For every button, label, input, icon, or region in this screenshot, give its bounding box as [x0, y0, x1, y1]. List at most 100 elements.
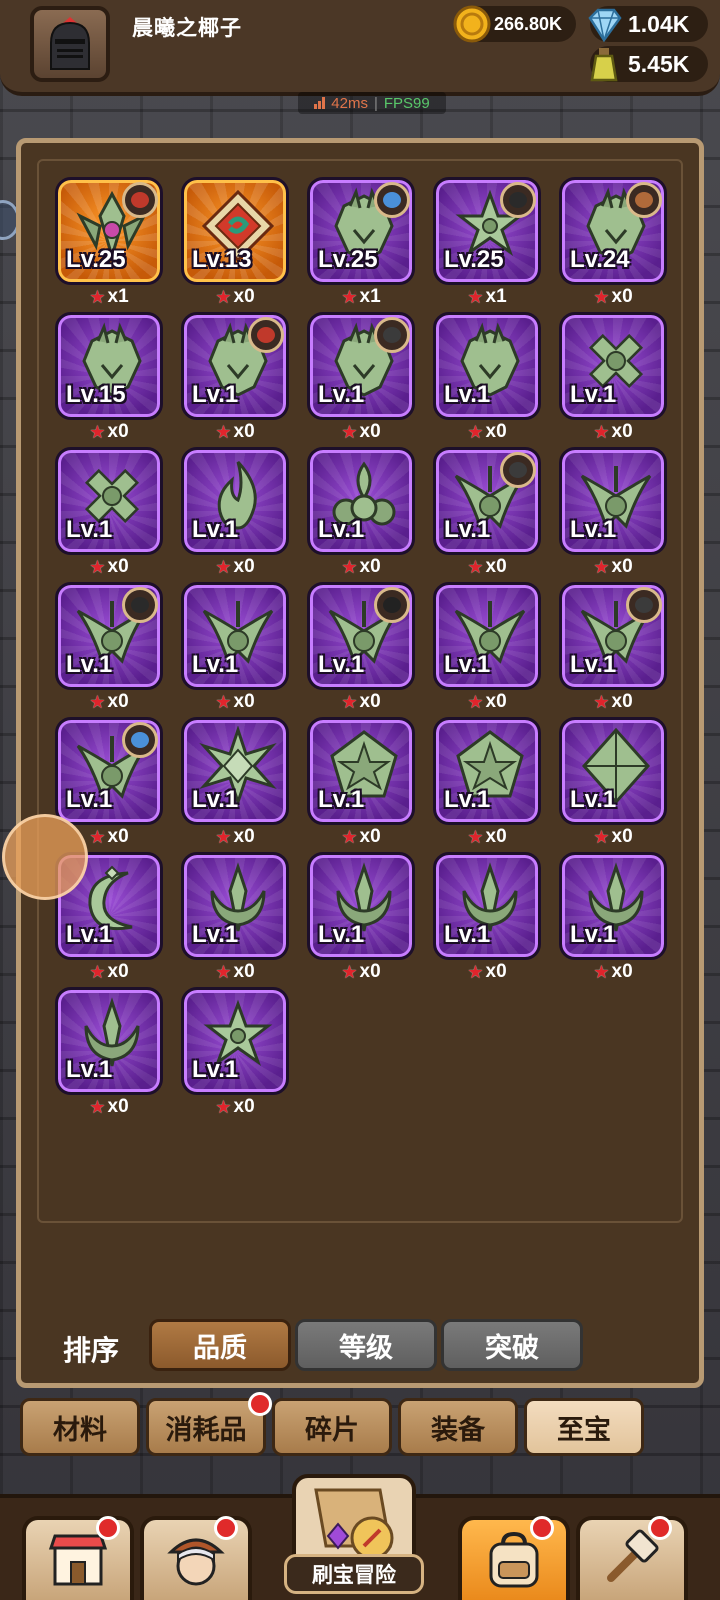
star-count-value: x0: [359, 556, 381, 577]
treasure-item[interactable]: Lv.1: [433, 852, 541, 960]
treasure-item[interactable]: Lv.1: [433, 717, 541, 825]
treasure-item[interactable]: Lv.1: [307, 447, 415, 555]
item-level: Lv.1: [192, 921, 239, 948]
treasure-item[interactable]: Lv.1: [433, 447, 541, 555]
red-star-icon: ★: [215, 691, 232, 712]
red-star-icon: ★: [89, 961, 106, 982]
item-star-count: ★ x0: [181, 960, 289, 984]
treasure-item[interactable]: Lv.1: [181, 582, 289, 690]
treasure-item[interactable]: Lv.1: [55, 717, 163, 825]
item-star-count: ★ x0: [307, 690, 415, 714]
item-level: Lv.1: [318, 381, 365, 408]
star-count-value: x0: [107, 556, 129, 577]
gold-value: 266.80K: [494, 13, 563, 34]
gem-counter[interactable]: 1.04K: [588, 6, 708, 43]
floating-assistant-bubble[interactable]: [2, 814, 88, 900]
treasure-item[interactable]: Lv.24: [559, 177, 667, 285]
potion-bottle-icon: [590, 48, 618, 82]
treasure-item[interactable]: Lv.15: [55, 312, 163, 420]
tab-fragments[interactable]: 碎片: [272, 1398, 392, 1456]
equipped-hero-avatar: [500, 452, 536, 488]
item-star-count: ★ x0: [307, 555, 415, 579]
treasure-item[interactable]: Lv.1: [559, 582, 667, 690]
item-star-count: ★ x0: [559, 285, 667, 309]
item-star-count: ★ x0: [433, 420, 541, 444]
potion-counter[interactable]: 5.45K: [590, 46, 708, 82]
forge-notification-dot: [648, 1516, 672, 1540]
treasure-item[interactable]: Lv.1: [181, 447, 289, 555]
treasure-item[interactable]: Lv.1: [559, 717, 667, 825]
sort-breakthrough-button[interactable]: 突破: [441, 1319, 583, 1371]
fps-value: FPS99: [383, 94, 430, 112]
item-star-count: ★ x0: [559, 690, 667, 714]
item-level: Lv.1: [570, 651, 617, 678]
treasure-grid: Lv.25 ★ x1 Lv.13 ★ x0 Lv.25 ★ x1 Lv.25 ★ x1 Lv.24 ★ x0…: [37, 159, 683, 1223]
star-count-value: x0: [233, 421, 255, 442]
player-avatar[interactable]: [30, 6, 110, 82]
star-count-value: x0: [611, 961, 633, 982]
item-star-count: ★ x0: [181, 420, 289, 444]
red-star-icon: ★: [215, 286, 232, 307]
hero-face-icon: [383, 192, 401, 208]
sort-label: 排序: [63, 1335, 120, 1366]
treasure-item[interactable]: Lv.1: [307, 717, 415, 825]
tab-equipment[interactable]: 装备: [398, 1398, 518, 1456]
star-count-value: x0: [359, 961, 381, 982]
treasure-item[interactable]: Lv.1: [181, 852, 289, 960]
backpack-notification-dot: [530, 1516, 554, 1540]
treasure-item[interactable]: Lv.25: [433, 177, 541, 285]
item-level: Lv.1: [444, 381, 491, 408]
treasure-item[interactable]: Lv.25: [55, 177, 163, 285]
tab-treasures[interactable]: 至宝: [524, 1398, 644, 1456]
item-star-count: ★ x0: [433, 960, 541, 984]
star-count-value: x0: [359, 421, 381, 442]
star-count-value: x0: [233, 556, 255, 577]
item-level: Lv.1: [66, 651, 113, 678]
item-star-count: ★ x0: [55, 420, 163, 444]
red-star-icon: ★: [89, 421, 106, 442]
treasure-item[interactable]: Lv.1: [307, 852, 415, 960]
item-star-count: ★ x0: [559, 555, 667, 579]
gold-counter[interactable]: 266.80K: [453, 5, 576, 43]
item-star-count: ★ x0: [181, 555, 289, 579]
item-level: Lv.1: [192, 381, 239, 408]
red-star-icon: ★: [341, 421, 358, 442]
hero-face-icon: [131, 192, 149, 208]
treasure-item[interactable]: Lv.1: [559, 852, 667, 960]
treasure-item[interactable]: Lv.1: [433, 582, 541, 690]
treasure-item[interactable]: Lv.1: [307, 582, 415, 690]
red-star-icon: ★: [89, 556, 106, 577]
treasure-item[interactable]: Lv.1: [307, 312, 415, 420]
treasure-item[interactable]: Lv.1: [181, 717, 289, 825]
red-star-icon: ★: [467, 826, 484, 847]
star-count-value: x1: [359, 286, 381, 307]
star-count-value: x0: [485, 556, 507, 577]
treasure-item[interactable]: Lv.1: [55, 447, 163, 555]
treasure-item[interactable]: Lv.1: [181, 312, 289, 420]
treasure-item[interactable]: Lv.1: [559, 447, 667, 555]
sort-quality-button[interactable]: 品质: [149, 1319, 291, 1371]
sort-level-button[interactable]: 等级: [295, 1319, 437, 1371]
nav-adventure-button[interactable]: 刷宝冒险: [254, 1466, 454, 1600]
item-star-count: ★ x0: [307, 825, 415, 849]
star-count-value: x0: [611, 826, 633, 847]
item-star-count: ★ x0: [559, 825, 667, 849]
adventure-label: 刷宝冒险: [284, 1554, 424, 1594]
treasure-item[interactable]: Lv.25: [307, 177, 415, 285]
item-level: Lv.1: [192, 651, 239, 678]
red-star-icon: ★: [467, 961, 484, 982]
red-star-icon: ★: [215, 826, 232, 847]
treasure-item[interactable]: Lv.1: [433, 312, 541, 420]
star-count-value: x0: [485, 691, 507, 712]
red-star-icon: ★: [593, 556, 610, 577]
treasure-item[interactable]: Lv.13: [181, 177, 289, 285]
treasure-item[interactable]: Lv.1: [55, 582, 163, 690]
treasure-item[interactable]: Lv.1: [559, 312, 667, 420]
treasure-item[interactable]: Lv.1: [55, 987, 163, 1095]
equipped-hero-avatar: [374, 587, 410, 623]
star-count-value: x0: [611, 691, 633, 712]
tab-materials[interactable]: 材料: [20, 1398, 140, 1456]
treasure-item[interactable]: Lv.1: [181, 987, 289, 1095]
item-level: Lv.1: [570, 786, 617, 813]
item-level: Lv.1: [192, 516, 239, 543]
